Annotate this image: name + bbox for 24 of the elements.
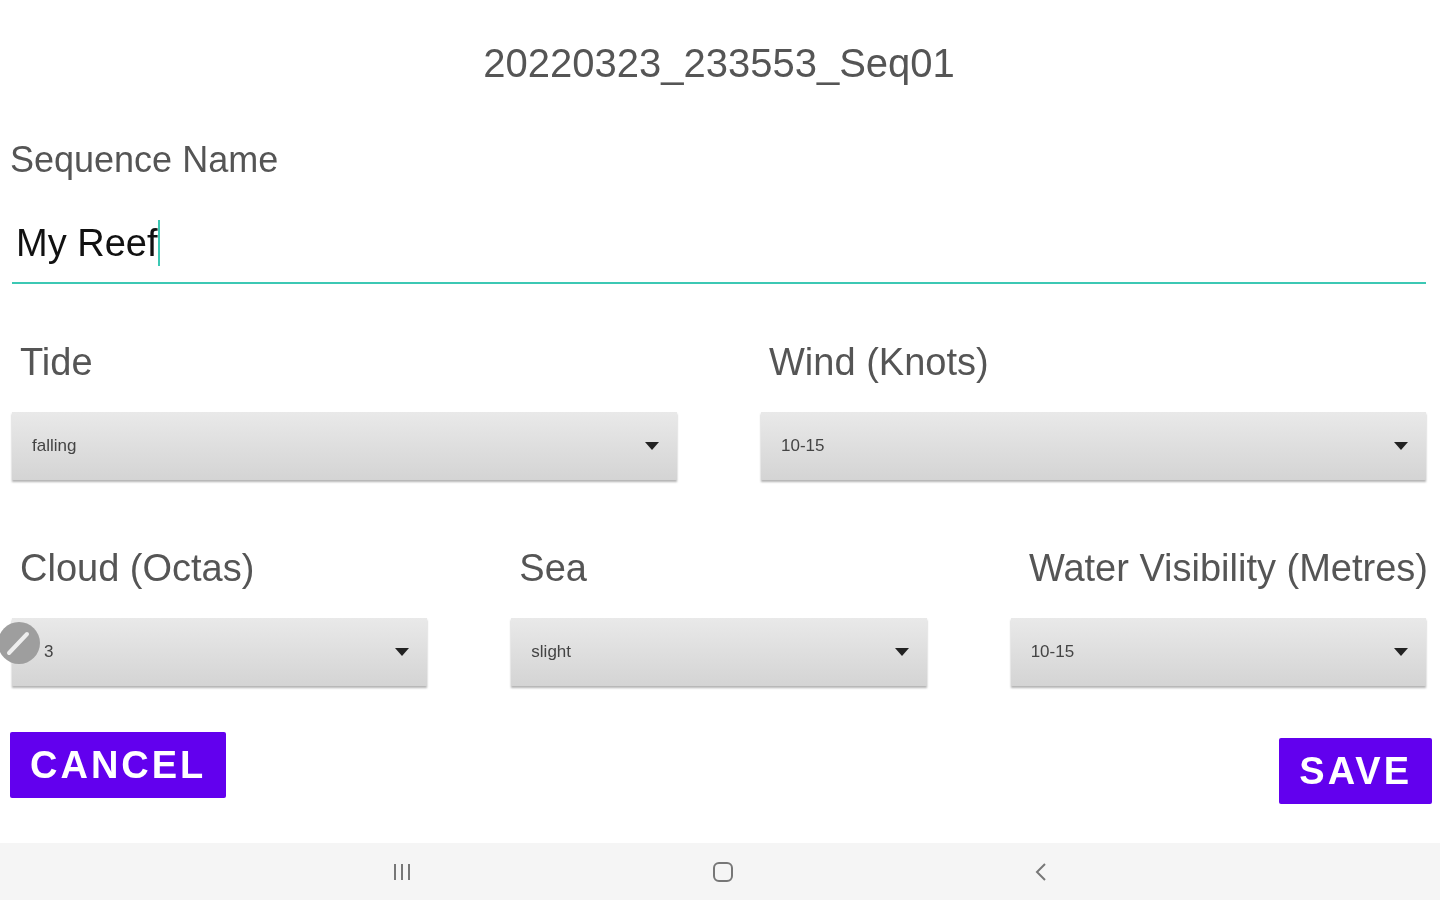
dropdown-arrow-icon (894, 648, 909, 656)
pencil-icon[interactable] (0, 622, 40, 664)
dropdown[interactable]: falling (12, 412, 677, 480)
field-label: Wind (Knots) (768, 340, 990, 384)
save-button[interactable]: SAVE (1279, 738, 1432, 804)
cancel-button[interactable]: CANCEL (10, 732, 227, 798)
dialog-title: 20220323_233553_Seq01 (482, 40, 956, 86)
dropdown[interactable]: 10-15 (1010, 618, 1426, 686)
field-label: Water Visibility (Metres) (1027, 546, 1428, 590)
input-field[interactable]: My Reef (12, 208, 1426, 284)
home-icon[interactable] (712, 860, 734, 883)
dropdown[interactable]: 3 (12, 618, 428, 686)
field-label: Sea (518, 546, 588, 590)
dropdown-arrow-icon (395, 648, 410, 656)
dropdown-arrow-icon (1394, 442, 1408, 450)
recent-apps-icon[interactable] (392, 862, 412, 881)
field-label: Tide (19, 340, 94, 384)
dropdown[interactable]: slight (511, 618, 927, 686)
field-label: Cloud (Octas) (19, 546, 256, 590)
dropdown[interactable]: 10-15 (761, 412, 1426, 480)
back-icon[interactable] (1034, 861, 1048, 882)
field-label: Sequence Name (10, 138, 280, 182)
dropdown-arrow-icon (645, 442, 659, 450)
dropdown-arrow-icon (1394, 648, 1408, 656)
